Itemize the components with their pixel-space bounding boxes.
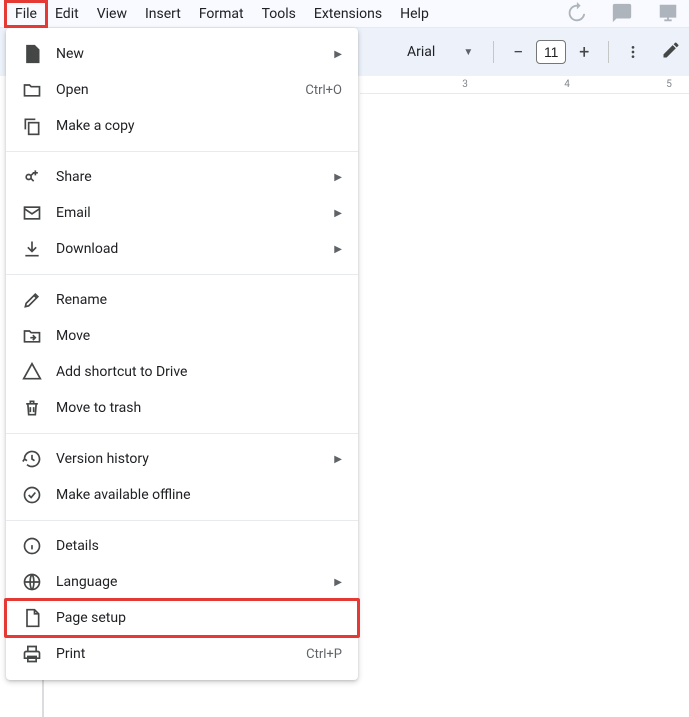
file-menu-item-label: Move to trash [56, 400, 342, 416]
toolbar-divider [608, 41, 609, 63]
submenu-arrow-icon: ▶ [334, 49, 342, 60]
file-menu-item-label: Make available offline [56, 487, 342, 503]
font-family-dropdown[interactable]: Arial ▼ [399, 37, 481, 67]
menu-file[interactable]: File [6, 2, 46, 26]
offline-icon [22, 485, 42, 505]
history-icon [22, 449, 42, 469]
present-icon[interactable] [657, 2, 679, 24]
menu-insert[interactable]: Insert [136, 2, 190, 26]
horizontal-ruler[interactable]: 3 4 5 [360, 76, 689, 94]
rename-icon [22, 290, 42, 310]
menu-separator [6, 433, 358, 434]
chevron-down-icon: ▼ [463, 47, 473, 58]
page-icon [22, 608, 42, 628]
menu-extensions[interactable]: Extensions [305, 2, 391, 26]
menu-separator [6, 151, 358, 152]
file-menu-item-label: Move [56, 328, 342, 344]
menu-format[interactable]: Format [190, 2, 253, 26]
file-menu-history[interactable]: Version history ▶ [6, 441, 358, 477]
submenu-arrow-icon: ▶ [334, 208, 342, 219]
menu-shortcut: Ctrl+P [306, 647, 342, 662]
file-menu-item-label: Email [56, 205, 326, 221]
drive-shortcut-icon [22, 362, 42, 382]
menu-separator [6, 520, 358, 521]
file-menu-print[interactable]: PrintCtrl+P [6, 636, 358, 672]
menu-view[interactable]: View [88, 2, 136, 26]
submenu-arrow-icon: ▶ [334, 577, 342, 588]
ruler-tick: 4 [564, 79, 570, 90]
menu-help[interactable]: Help [391, 2, 438, 26]
file-menu-item-label: Open [56, 82, 305, 98]
menu-edit[interactable]: Edit [46, 2, 88, 26]
font-size-input[interactable] [536, 40, 566, 64]
file-menu-rename[interactable]: Rename [6, 282, 358, 318]
share-icon [22, 167, 42, 187]
file-menu-item-label: Details [56, 538, 342, 554]
decrease-font-button[interactable]: − [506, 40, 530, 64]
file-menu-new[interactable]: New ▶ [6, 36, 358, 72]
file-menu-item-label: New [56, 46, 326, 62]
more-vertical-icon [625, 44, 641, 60]
menu-separator [6, 274, 358, 275]
font-family-label: Arial [407, 44, 435, 60]
submenu-arrow-icon: ▶ [334, 172, 342, 183]
file-menu-item-label: Share [56, 169, 326, 185]
file-menu-open[interactable]: OpenCtrl+O [6, 72, 358, 108]
trash-icon [22, 398, 42, 418]
file-menu-item-label: Page setup [56, 610, 342, 626]
print-icon [22, 644, 42, 664]
header-quick-icons [565, 2, 679, 24]
file-menu-pagesetup[interactable]: Page setup [6, 600, 358, 636]
increase-font-button[interactable]: + [572, 40, 596, 64]
file-menu-offline[interactable]: Make available offline [6, 477, 358, 513]
menu-shortcut: Ctrl+O [305, 83, 342, 98]
file-menu-item-label: Print [56, 646, 306, 662]
email-icon [22, 203, 42, 223]
ruler-tick: 3 [462, 79, 468, 90]
file-menu-download[interactable]: Download ▶ [6, 231, 358, 267]
document-icon [22, 44, 42, 64]
download-icon [22, 239, 42, 259]
globe-icon [22, 572, 42, 592]
history-icon[interactable] [565, 2, 587, 24]
submenu-arrow-icon: ▶ [334, 454, 342, 465]
file-menu-dropdown: New▶OpenCtrl+OMake a copyShare▶Email▶Dow… [6, 28, 358, 680]
ruler-tick: 5 [666, 79, 672, 90]
info-icon [22, 536, 42, 556]
toolbar-divider [493, 41, 494, 63]
submenu-arrow-icon: ▶ [334, 244, 342, 255]
file-menu-copy[interactable]: Make a copy [6, 108, 358, 144]
file-menu-email[interactable]: Email ▶ [6, 195, 358, 231]
editing-mode-icon[interactable] [661, 40, 681, 64]
file-menu-language[interactable]: Language ▶ [6, 564, 358, 600]
copy-icon [22, 116, 42, 136]
comment-icon[interactable] [611, 2, 633, 24]
file-menu-item-label: Download [56, 241, 326, 257]
file-menu-share[interactable]: Share ▶ [6, 159, 358, 195]
file-menu-shortcut[interactable]: Add shortcut to Drive [6, 354, 358, 390]
font-size-group: − + [506, 40, 596, 64]
file-menu-trash[interactable]: Move to trash [6, 390, 358, 426]
folder-icon [22, 80, 42, 100]
file-menu-item-label: Make a copy [56, 118, 342, 134]
file-menu-item-label: Language [56, 574, 326, 590]
file-menu-details[interactable]: Details [6, 528, 358, 564]
file-menu-item-label: Version history [56, 451, 326, 467]
more-button[interactable] [621, 40, 645, 64]
file-menu-item-label: Add shortcut to Drive [56, 364, 342, 380]
file-menu-move[interactable]: Move [6, 318, 358, 354]
menu-tools[interactable]: Tools [253, 2, 305, 26]
file-menu-item-label: Rename [56, 292, 342, 308]
move-icon [22, 326, 42, 346]
